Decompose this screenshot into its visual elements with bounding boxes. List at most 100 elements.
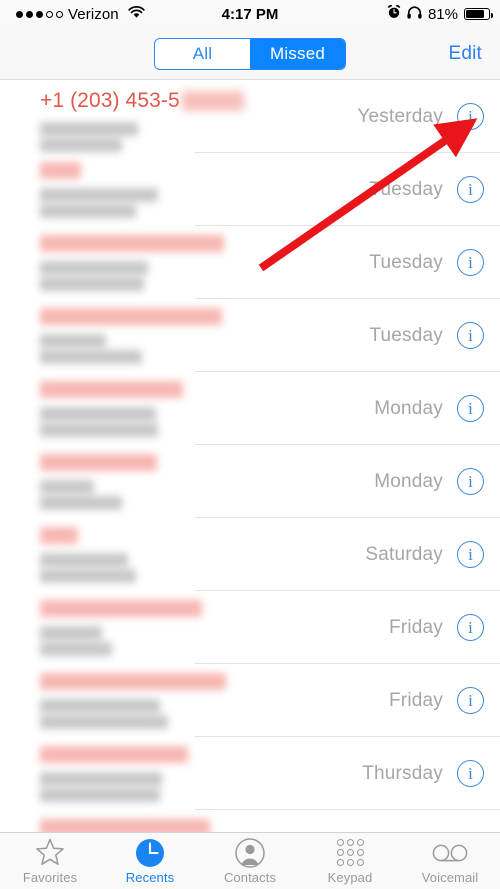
info-icon[interactable]: i <box>457 395 484 422</box>
tab-bar[interactable]: Favorites Recents Contacts Keypad Voicem… <box>0 832 500 889</box>
star-icon <box>35 838 65 868</box>
battery-icon <box>464 8 493 20</box>
call-row-meta: Tuesday i <box>369 226 484 299</box>
call-row-identity <box>40 600 202 656</box>
redacted-call-detail <box>40 788 160 802</box>
person-icon <box>235 837 265 868</box>
navigation-bar: All Missed Edit <box>0 28 500 80</box>
call-row-meta: Friday i <box>389 664 484 737</box>
tab-label-recents: Recents <box>125 869 175 885</box>
recent-calls-list[interactable]: +1 (203) 453-5 Yesterday i Tuesday i Tuesday i… <box>0 80 500 832</box>
call-timestamp: Friday <box>389 616 443 638</box>
call-row-identity <box>40 235 224 291</box>
redacted-call-detail <box>40 407 156 421</box>
redacted-call-detail <box>40 277 144 291</box>
keypad-grid-icon <box>336 838 364 868</box>
call-row-identity <box>40 162 158 218</box>
call-list-row[interactable]: Monday i <box>0 445 500 518</box>
headphones-icon <box>407 5 422 23</box>
call-timestamp: Thursday <box>362 762 443 784</box>
edit-button[interactable]: Edit <box>448 43 482 65</box>
call-list-row[interactable] <box>0 810 500 832</box>
redacted-call-detail <box>40 569 136 583</box>
tab-keypad[interactable]: Keypad <box>300 838 400 885</box>
redacted-call-detail <box>40 334 106 348</box>
redacted-call-detail <box>40 496 122 510</box>
redacted-call-detail <box>40 480 94 494</box>
calls-filter-segmented-control[interactable]: All Missed <box>154 37 346 70</box>
redacted-call-detail <box>40 423 158 437</box>
call-list-row[interactable]: Tuesday i <box>0 153 500 226</box>
call-timestamp: Yesterday <box>357 105 443 127</box>
segment-missed[interactable]: Missed <box>250 38 345 69</box>
clock-icon <box>135 838 165 868</box>
call-row-identity <box>40 527 136 583</box>
info-icon[interactable]: i <box>457 322 484 349</box>
call-row-meta: Saturday i <box>365 518 484 591</box>
info-icon[interactable]: i <box>457 541 484 568</box>
info-icon[interactable]: i <box>457 468 484 495</box>
call-row-meta: Monday i <box>374 372 484 445</box>
redacted-caller-name <box>40 746 188 763</box>
phone-screen: Verizon 4:17 PM 81% All Missed Edit +1 (… <box>0 0 500 889</box>
tab-recents[interactable]: Recents <box>100 838 200 885</box>
info-icon[interactable]: i <box>457 687 484 714</box>
tab-label-favorites: Favorites <box>22 869 78 885</box>
call-list-row[interactable]: Saturday i <box>0 518 500 591</box>
call-timestamp: Monday <box>374 470 443 492</box>
status-bar-right: 81% <box>387 5 493 23</box>
redacted-number-block <box>181 91 244 112</box>
call-list-row[interactable]: Tuesday i <box>0 299 500 372</box>
call-timestamp: Tuesday <box>369 251 443 273</box>
redacted-caller-name <box>40 381 183 398</box>
redacted-call-detail <box>40 204 136 218</box>
call-list-row[interactable]: +1 (203) 453-5 Yesterday i <box>0 80 500 153</box>
redacted-call-detail <box>40 188 158 202</box>
call-timestamp: Saturday <box>365 543 443 565</box>
redacted-call-detail <box>40 715 168 729</box>
redacted-call-detail <box>40 626 102 640</box>
tab-favorites[interactable]: Favorites <box>0 838 100 885</box>
redacted-call-detail <box>40 138 122 152</box>
call-row-identity: +1 (203) 453-5 <box>40 89 244 152</box>
alarm-clock-icon <box>387 5 401 23</box>
info-icon[interactable]: i <box>457 176 484 203</box>
tab-voicemail[interactable]: Voicemail <box>400 838 500 885</box>
tab-label-voicemail: Voicemail <box>421 869 479 885</box>
redacted-caller-name <box>40 527 78 544</box>
caller-number: +1 (203) 453-5 <box>40 89 244 113</box>
call-timestamp: Tuesday <box>369 178 443 200</box>
info-icon[interactable]: i <box>457 249 484 276</box>
call-timestamp: Monday <box>374 397 443 419</box>
info-icon[interactable]: i <box>457 614 484 641</box>
call-timestamp: Tuesday <box>369 324 443 346</box>
info-icon[interactable]: i <box>457 103 484 130</box>
tab-contacts[interactable]: Contacts <box>200 837 300 885</box>
call-row-identity <box>40 673 226 729</box>
redacted-call-detail <box>40 553 128 567</box>
call-list-row[interactable]: Thursday i <box>0 737 500 810</box>
voicemail-icon <box>432 838 468 868</box>
call-row-identity <box>40 381 183 437</box>
redacted-call-detail <box>40 642 112 656</box>
call-row-identity <box>40 819 210 832</box>
tab-label-contacts: Contacts <box>223 869 277 885</box>
call-list-row[interactable]: Tuesday i <box>0 226 500 299</box>
call-row-meta: Monday i <box>374 445 484 518</box>
tab-label-keypad: Keypad <box>327 869 373 885</box>
call-list-row[interactable]: Friday i <box>0 591 500 664</box>
call-row-identity <box>40 454 157 510</box>
call-list-row[interactable]: Friday i <box>0 664 500 737</box>
redacted-caller-name <box>40 600 202 617</box>
redacted-caller-name <box>40 162 81 179</box>
call-list-row[interactable]: Monday i <box>0 372 500 445</box>
battery-percent-label: 81% <box>427 5 458 23</box>
status-bar: Verizon 4:17 PM 81% <box>0 0 500 28</box>
call-row-meta: Yesterday i <box>357 80 484 153</box>
call-row-identity <box>40 746 188 802</box>
redacted-caller-name <box>40 454 157 471</box>
call-row-meta: Tuesday i <box>369 299 484 372</box>
segment-all[interactable]: All <box>155 38 250 69</box>
call-row-meta: Friday i <box>389 591 484 664</box>
info-icon[interactable]: i <box>457 760 484 787</box>
